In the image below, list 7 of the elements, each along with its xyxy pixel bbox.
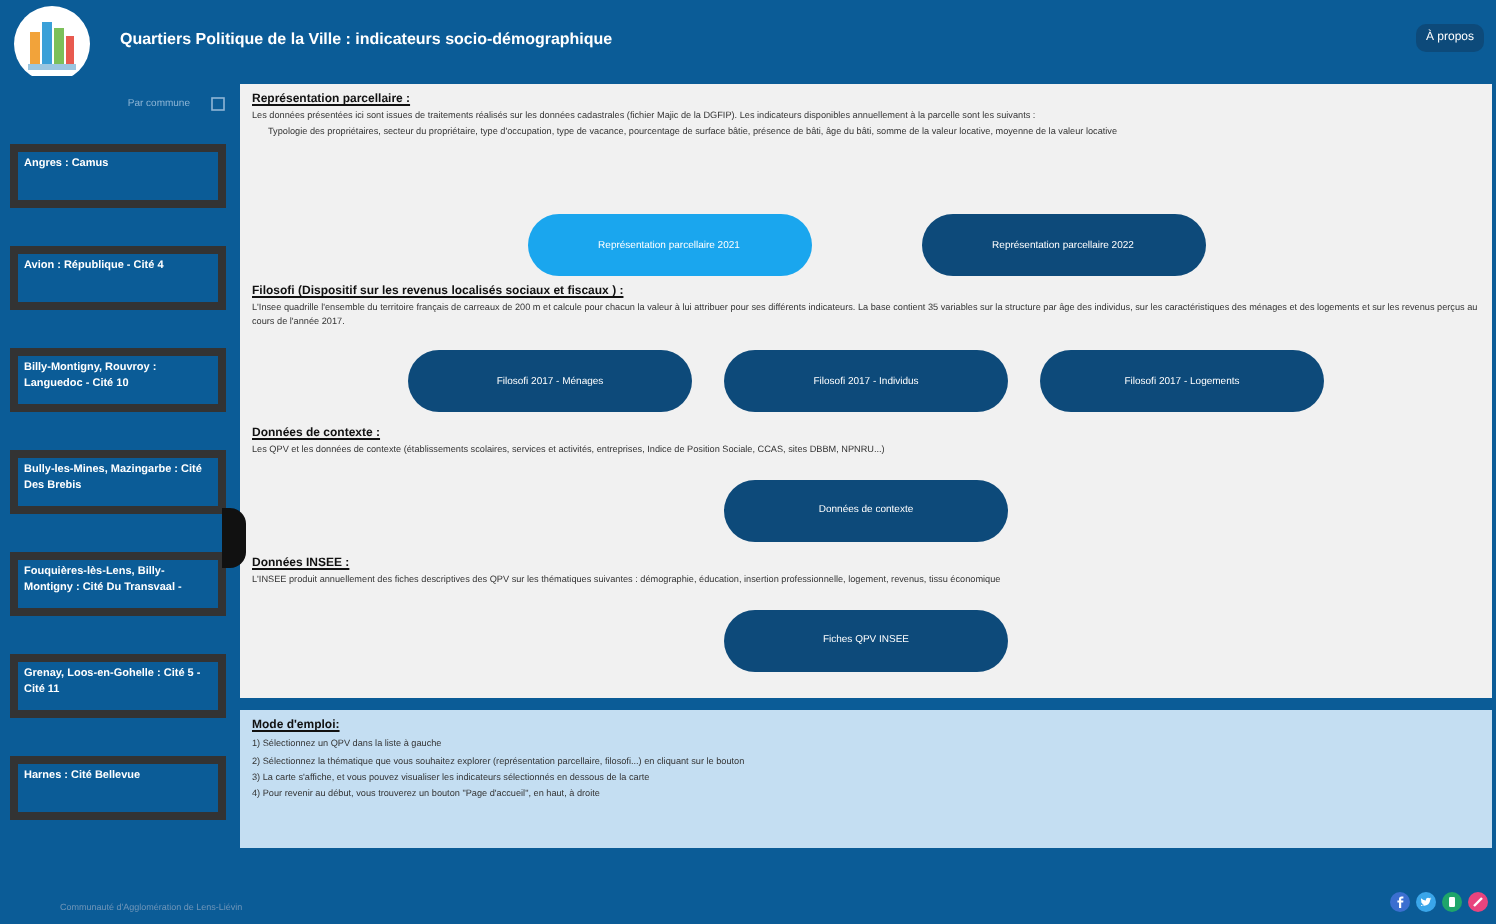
bird-icon[interactable] [1416,892,1436,912]
link-icon[interactable] [1468,892,1488,912]
collapse-handle[interactable] [222,508,246,568]
list-icon[interactable] [210,96,226,112]
facebook-icon[interactable] [1390,892,1410,912]
app-title: Quartiers Politique de la Ville : indicateurs socio-démographique [120,29,615,47]
share-icon[interactable] [1442,892,1462,912]
